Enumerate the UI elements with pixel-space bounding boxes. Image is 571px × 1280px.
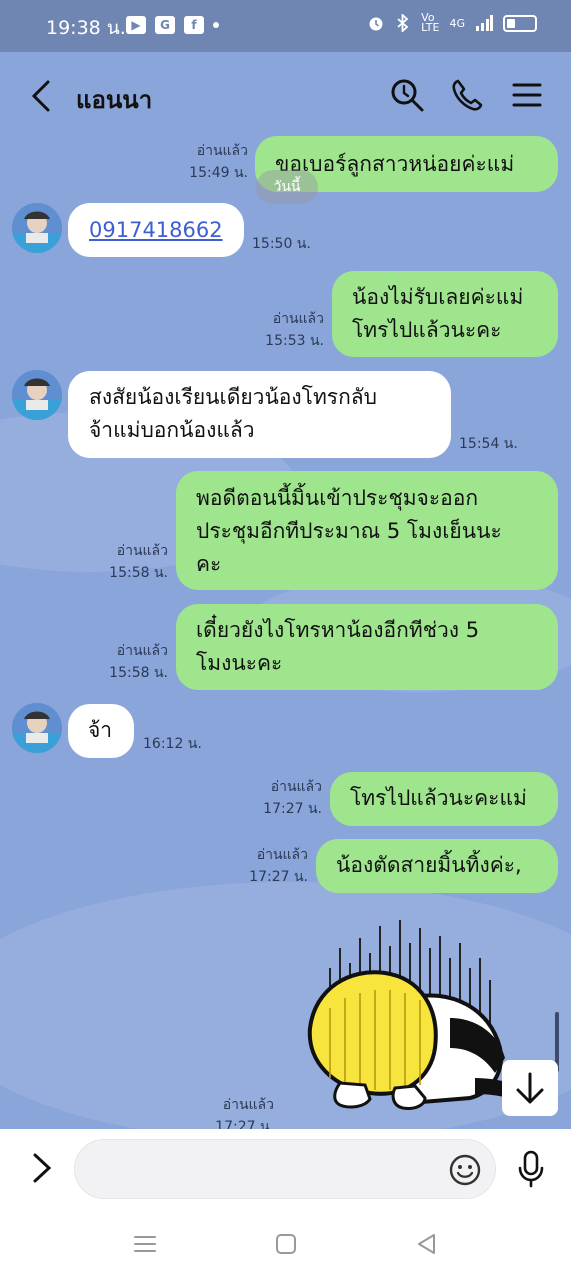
message-text: ประชุมอีกทีประมาณ 5 โมงเย็นนะ xyxy=(196,519,502,543)
phone-icon[interactable] xyxy=(449,77,485,113)
message-time: 15:53 น. xyxy=(265,333,324,349)
date-chip: วันนี้ xyxy=(256,170,318,204)
message-time: 17:27 น. xyxy=(215,1119,274,1129)
bluetooth-icon xyxy=(397,14,409,32)
message-bubble-incoming[interactable]: จ้า xyxy=(68,704,134,758)
message-text: พอดีตอนนี้มิ้นเข้าประชุมจะออก xyxy=(196,486,479,510)
status-time: 19:38 น. xyxy=(46,17,126,39)
alarm-icon xyxy=(369,17,383,31)
message-input-bar xyxy=(0,1129,571,1209)
read-receipt: อ่านแล้ว xyxy=(116,543,168,559)
message-bubble-incoming[interactable]: สงสัยน้องเรียนเดียวน้องโทรกลับ จ้าแม่บอก… xyxy=(68,371,451,458)
message-time: 17:27 น. xyxy=(263,801,322,817)
message-text: โทรไปแล้วนะคะ xyxy=(352,318,502,342)
message-text: จ้าแม่บอกน้องแล้ว xyxy=(89,418,255,442)
network-type: 4G xyxy=(449,16,465,30)
message-text: น้องไม่รับเลยค่ะแม่ xyxy=(352,285,524,309)
message-bubble-incoming[interactable]: 0917418662 xyxy=(68,203,244,257)
message-bubble-outgoing[interactable]: น้องตัดสายมิ้นทิ้งค่ะ, xyxy=(316,839,558,893)
chevron-left-icon[interactable] xyxy=(28,78,56,114)
message-text: ขอเบอร์ลูกสาวหน่อยค่ะแม่ xyxy=(275,152,515,176)
chat-area[interactable]: แอนนา อ่านแล้ว 15:49 น. ขอเบอร์ลูกสาวหน่… xyxy=(0,52,571,1129)
home-icon[interactable] xyxy=(273,1231,299,1257)
read-receipt: อ่านแล้ว xyxy=(222,1097,274,1113)
message-time: 17:27 น. xyxy=(249,869,308,885)
battery-icon xyxy=(503,14,537,32)
signal-icon xyxy=(476,15,493,31)
status-system-icons: Vo LTE 4G xyxy=(367,11,537,34)
message-time: 15:50 น. xyxy=(252,236,311,252)
system-navigation-bar xyxy=(0,1209,571,1280)
message-meta: อ่านแล้ว 15:58 น. xyxy=(96,640,168,684)
chevron-right-icon[interactable] xyxy=(30,1151,54,1185)
message-text: คะ xyxy=(196,552,222,576)
message-time: 15:54 น. xyxy=(459,436,518,452)
emoji-icon[interactable] xyxy=(448,1153,482,1187)
message-time: 15:49 น. xyxy=(189,165,248,181)
message-meta: อ่านแล้ว 17:27 น. xyxy=(250,776,322,820)
volte-icon: Vo LTE xyxy=(421,11,440,34)
microphone-icon[interactable] xyxy=(516,1149,546,1189)
arrow-down-icon xyxy=(516,1072,544,1104)
read-receipt: อ่านแล้ว xyxy=(196,143,248,159)
message-input[interactable] xyxy=(74,1139,496,1199)
bowing-character-sticker[interactable] xyxy=(300,918,530,1129)
message-text: สงสัยน้องเรียนเดียวน้องโทรกลับ xyxy=(89,385,377,409)
message-text: โทรไปแล้วนะคะแม่ xyxy=(350,786,527,810)
message-meta: อ่านแล้ว 15:49 น. xyxy=(176,140,248,184)
message-time: 16:12 น. xyxy=(143,736,202,752)
message-bubble-outgoing[interactable]: โทรไปแล้วนะคะแม่ xyxy=(330,772,558,826)
scroll-down-button[interactable] xyxy=(502,1060,558,1116)
avatar[interactable] xyxy=(12,203,62,253)
message-bubble-outgoing[interactable]: เดี๋ยวยังไงโทรหาน้องอีกทีช่วง 5 โมงนะคะ xyxy=(176,604,558,690)
message-meta: อ่านแล้ว 15:53 น. xyxy=(252,308,324,352)
chat-title[interactable]: แอนนา xyxy=(76,80,152,119)
menu-icon[interactable] xyxy=(509,77,545,113)
avatar[interactable] xyxy=(12,370,62,420)
message-text: เดี๋ยวยังไงโทรหาน้องอีกทีช่วง 5 xyxy=(196,618,480,642)
recent-apps-icon[interactable] xyxy=(132,1231,158,1257)
more-notifications-icon xyxy=(213,22,219,28)
status-notification-icons: ▶ G f xyxy=(126,16,219,34)
message-text: โมงนะคะ xyxy=(196,651,283,675)
message-bubble-outgoing[interactable]: พอดีตอนนี้มิ้นเข้าประชุมจะออก ประชุมอีกท… xyxy=(176,471,558,590)
read-receipt: อ่านแล้ว xyxy=(116,643,168,659)
phone-number-link[interactable]: 0917418662 xyxy=(89,218,223,242)
message-meta: อ่านแล้ว 15:58 น. xyxy=(96,540,168,584)
avatar[interactable] xyxy=(12,703,62,753)
message-text: น้องตัดสายมิ้นทิ้งค่ะ, xyxy=(336,853,522,877)
read-receipt: อ่านแล้ว xyxy=(272,311,324,327)
facebook-icon: f xyxy=(184,16,204,34)
message-bubble-outgoing[interactable]: น้องไม่รับเลยค่ะแม่ โทรไปแล้วนะคะ xyxy=(332,271,558,357)
back-nav-icon[interactable] xyxy=(414,1231,440,1257)
youtube-icon: ▶ xyxy=(126,16,146,34)
google-icon: G xyxy=(155,16,175,34)
message-meta: อ่านแล้ว 17:27 น. xyxy=(236,844,308,888)
read-receipt: อ่านแล้ว xyxy=(256,847,308,863)
chat-header: แอนนา xyxy=(0,52,571,138)
message-time: 15:58 น. xyxy=(109,665,168,681)
read-receipt: อ่านแล้ว xyxy=(270,779,322,795)
message-text: จ้า xyxy=(88,718,113,742)
search-icon[interactable] xyxy=(389,77,425,113)
status-bar: 19:38 น. ▶ G f Vo LTE 4G xyxy=(0,0,571,52)
message-time: 15:58 น. xyxy=(109,565,168,581)
message-meta: อ่านแล้ว 17:27 น. xyxy=(202,1094,274,1129)
